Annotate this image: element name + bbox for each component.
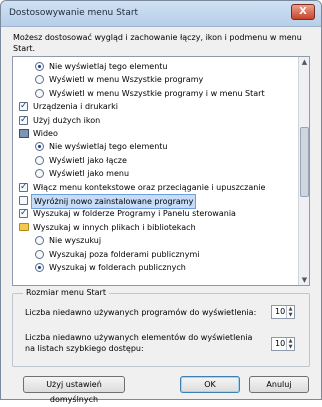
list-item[interactable]: Wyszukaj w folderach publicznych [13, 261, 298, 274]
radio-button[interactable] [35, 88, 44, 98]
window-title: Dostosowywanie menu Start [9, 8, 139, 18]
list-item[interactable]: Nie wyszukuj [13, 234, 298, 247]
scrollbar-thumb[interactable] [300, 127, 309, 197]
list-item-label: Włącz menu kontekstowe oraz przeciąganie… [33, 182, 266, 192]
title-bar: Dostosowywanie menu Start X [1, 1, 321, 27]
list-item-label: Wyróżnij nowo zainstalowane programy [31, 194, 197, 209]
scroll-down-icon[interactable]: ▼ [300, 275, 309, 285]
list-item-label: Nie wyświetlaj tego elementu [49, 142, 168, 152]
list-item-label: Wyświetl w menu Wszystkie programy [49, 75, 204, 85]
list-item-label: Wyświetl jako łącze [49, 155, 127, 165]
start-menu-options-list[interactable]: Wyszukaj w folderach publicznych Wyszukaj… [12, 56, 310, 286]
group-title: Rozmiar menu Start [23, 288, 109, 297]
list-item[interactable]: Wideo [13, 127, 298, 140]
close-button[interactable]: X [291, 4, 315, 20]
list-item[interactable]: Użyj dużych ikon [13, 114, 298, 127]
checkbox[interactable] [19, 114, 28, 127]
checkbox[interactable] [19, 207, 28, 220]
list-item[interactable]: Nie wyświetlaj tego elementu [13, 60, 298, 73]
radio-button[interactable] [35, 155, 44, 165]
video-icon [19, 129, 29, 138]
radio-button[interactable] [35, 75, 44, 85]
list-item-label: Wideo [33, 129, 58, 138]
list-item[interactable]: Urządzenia i drukarki [13, 100, 298, 113]
spinner-value[interactable]: 10 [275, 307, 285, 316]
spin-down-icon[interactable]: ▼ [287, 344, 294, 350]
use-defaults-button[interactable]: Użyj ustawień domyślnych [23, 376, 125, 404]
list-item[interactable]: Wyszukaj poza folderami publicznymi [13, 248, 298, 261]
checkbox[interactable] [19, 181, 28, 194]
recent-programs-spinner[interactable]: 10 ▲ ▼ [271, 305, 295, 319]
spin-down-icon[interactable]: ▼ [287, 312, 294, 318]
recent-items-label-line1: Liczba niedawno używanych elementów do w… [25, 333, 253, 342]
radio-button[interactable] [35, 142, 44, 152]
radio-button[interactable] [35, 62, 44, 71]
list-item[interactable]: Wyświetl w menu Wszystkie programy [13, 73, 298, 86]
list-item-label: Wyszukaj poza folderami publicznymi [49, 249, 200, 259]
radio-button[interactable] [35, 169, 44, 179]
radio-button[interactable] [35, 249, 44, 259]
list-item-label: Wyświetl jako menu [49, 169, 130, 179]
recent-items-spinner[interactable]: 10 ▲ ▼ [271, 337, 295, 351]
list-item-label: Wyszukaj w folderach publicznych [49, 263, 186, 272]
radio-button[interactable] [35, 236, 44, 246]
checkbox[interactable] [19, 196, 28, 205]
list-item[interactable]: Wyświetl w menu Wszystkie programy i w m… [13, 87, 298, 100]
list-item[interactable]: Wyświetl jako menu [13, 167, 298, 180]
list-item-label: Wyświetl w menu Wszystkie programy i w m… [49, 88, 265, 98]
list-item-label: Wyszukaj w innych plikach i bibliotekach [33, 222, 196, 232]
list-item[interactable]: Wyszukaj w folderze Programy i Panelu st… [13, 207, 298, 220]
ok-button[interactable]: OK [180, 376, 240, 393]
recent-programs-label: Liczba niedawno używanych programów do w… [25, 308, 257, 317]
list-item[interactable]: Wyświetl jako łącze [13, 154, 298, 167]
list-item-label: Urządzenia i drukarki [33, 102, 118, 112]
list-item-label: Nie wyszukuj [49, 236, 102, 246]
customize-start-menu-dialog: Dostosowywanie menu Start X Możesz dosto… [0, 0, 322, 404]
list-item[interactable]: Wyszukaj w innych plikach i bibliotekach [13, 221, 298, 234]
radio-button[interactable] [35, 263, 44, 272]
scroll-up-icon[interactable]: ▲ [300, 57, 309, 67]
list-item[interactable]: Nie wyświetlaj tego elementu [13, 140, 298, 153]
spinner-value[interactable]: 10 [275, 339, 285, 348]
list-item[interactable]: Włącz menu kontekstowe oraz przeciąganie… [13, 181, 298, 194]
folder-icon [19, 222, 29, 231]
start-menu-size-group: Rozmiar menu Start Liczba niedawno używa… [12, 288, 310, 367]
list-item[interactable]: Wyróżnij nowo zainstalowane programy [13, 194, 298, 209]
list-item-label: Użyj dużych ikon [33, 115, 101, 125]
list-item-label: Nie wyświetlaj tego elementu [49, 62, 168, 71]
cancel-button[interactable]: Anuluj [249, 376, 309, 393]
checkbox[interactable] [19, 100, 28, 113]
scrollbar[interactable]: ▲ ▼ [298, 57, 309, 285]
recent-items-label-line2: na listach szybkiego dostępu: [25, 344, 144, 353]
list-item-label: Wyszukaj w folderze Programy i Panelu st… [33, 209, 236, 219]
description-text: Możesz dostosować wygląd i zachowanie łą… [13, 33, 302, 53]
